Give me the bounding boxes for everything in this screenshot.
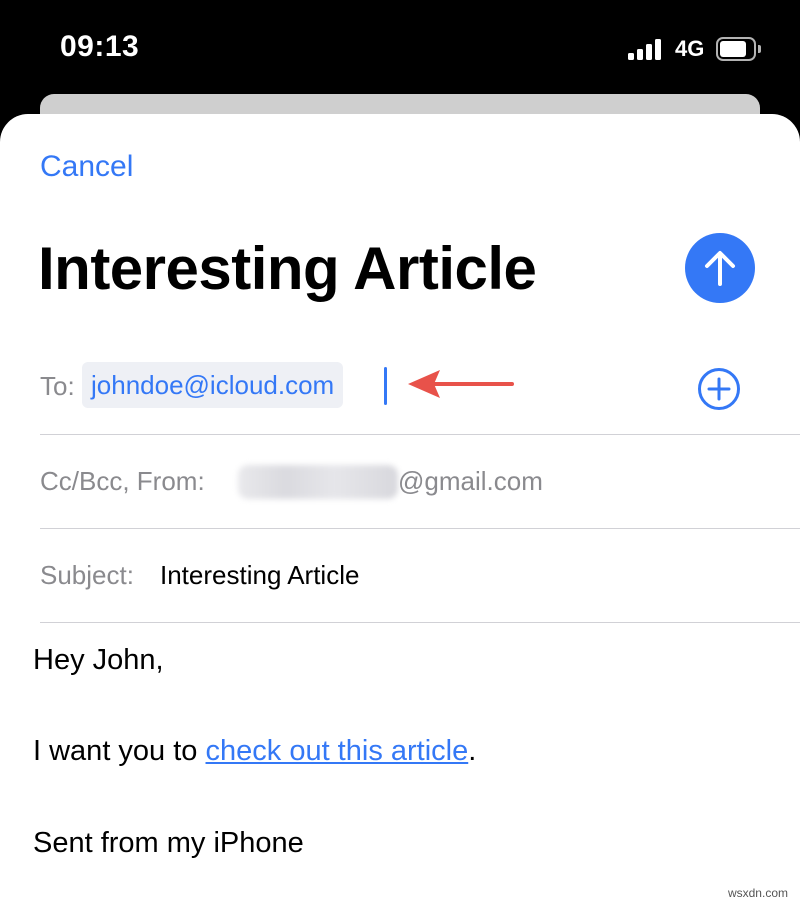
compose-title: Interesting Article bbox=[38, 235, 537, 302]
body-punctuation: . bbox=[468, 735, 477, 767]
blurred-sender-name bbox=[238, 465, 398, 499]
watermark: wsxdn.com bbox=[727, 886, 788, 900]
signal-bars-icon bbox=[628, 38, 668, 60]
arrow-up-icon bbox=[705, 251, 735, 286]
status-time: 09:13 bbox=[60, 30, 140, 63]
subject-field[interactable]: Interesting Article bbox=[160, 560, 359, 591]
cc-bcc-label: Cc/Bcc, From: bbox=[40, 466, 205, 496]
compose-sheet bbox=[0, 114, 800, 906]
text-cursor bbox=[384, 367, 387, 405]
body-greeting[interactable]: Hey John, bbox=[33, 644, 164, 677]
body-line[interactable]: I want you to check out this article. bbox=[33, 735, 476, 768]
annotation-arrow-icon bbox=[408, 370, 514, 398]
subject-label: Subject: bbox=[40, 560, 134, 590]
divider bbox=[40, 622, 800, 623]
cancel-button[interactable]: Cancel bbox=[40, 150, 133, 184]
body-text: I want you to bbox=[33, 735, 206, 767]
divider bbox=[40, 434, 800, 435]
article-link[interactable]: check out this article bbox=[206, 735, 469, 767]
recipient-token[interactable]: johndoe@icloud.com bbox=[82, 362, 344, 408]
network-type: 4G bbox=[675, 36, 705, 61]
battery-icon bbox=[716, 37, 762, 61]
from-domain[interactable]: @gmail.com bbox=[398, 466, 543, 497]
to-label: To: bbox=[40, 371, 75, 401]
plus-circle-icon[interactable] bbox=[697, 367, 741, 411]
status-bar: 09:13 4G bbox=[0, 0, 800, 95]
divider bbox=[40, 528, 800, 529]
send-button[interactable] bbox=[685, 233, 755, 303]
body-signature[interactable]: Sent from my iPhone bbox=[33, 827, 304, 860]
